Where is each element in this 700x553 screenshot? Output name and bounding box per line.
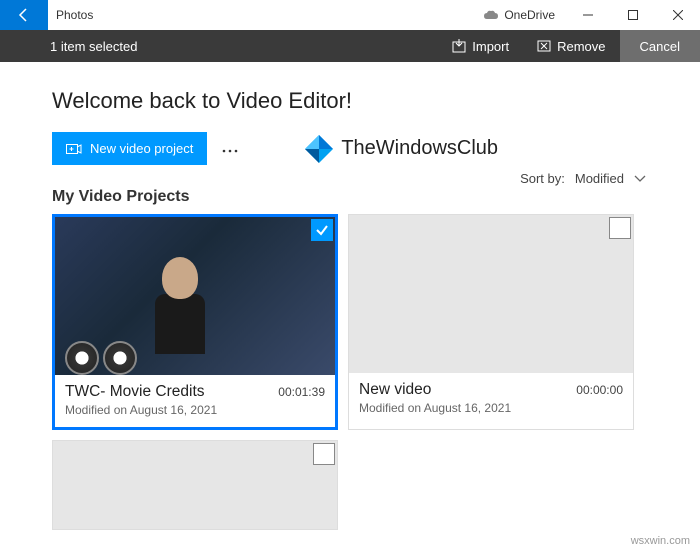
- back-arrow-icon: [16, 7, 32, 23]
- import-button[interactable]: Import: [438, 30, 523, 62]
- app-title: Photos: [56, 8, 483, 22]
- sort-label: Sort by:: [520, 171, 565, 186]
- project-card[interactable]: TWC- Movie Credits 00:01:39 Modified on …: [52, 214, 338, 430]
- project-info: TWC- Movie Credits 00:01:39 Modified on …: [55, 375, 335, 427]
- video-plus-icon: [66, 142, 82, 156]
- branding-logo: TheWindowsClub: [303, 133, 498, 165]
- selection-toolbar: 1 item selected Import Remove Cancel: [0, 30, 700, 62]
- chevron-down-icon: [634, 175, 646, 183]
- project-name: New video: [359, 381, 431, 399]
- selection-checkbox[interactable]: [609, 217, 631, 239]
- project-modified: Modified on August 16, 2021: [65, 403, 325, 417]
- remove-label: Remove: [557, 39, 605, 54]
- project-thumbnail: [55, 217, 335, 375]
- maximize-icon: [628, 10, 638, 20]
- main-content: Welcome back to Video Editor! New video …: [0, 62, 700, 530]
- cancel-label: Cancel: [640, 39, 680, 54]
- project-duration: 00:01:39: [278, 385, 325, 399]
- cloud-icon: [483, 10, 499, 20]
- project-card[interactable]: [52, 440, 338, 530]
- welcome-heading: Welcome back to Video Editor!: [52, 88, 648, 114]
- selection-checkbox[interactable]: [313, 443, 335, 465]
- project-card[interactable]: New video 00:00:00 Modified on August 16…: [348, 214, 634, 430]
- remove-icon: [537, 39, 551, 53]
- onedrive-label: OneDrive: [504, 8, 555, 22]
- close-icon: [673, 10, 683, 20]
- selection-checkbox[interactable]: [311, 219, 333, 241]
- selection-count: 1 item selected: [50, 39, 438, 54]
- new-project-label: New video project: [90, 141, 193, 156]
- projects-grid: TWC- Movie Credits 00:01:39 Modified on …: [52, 214, 648, 530]
- windows-logo-icon: [303, 133, 335, 165]
- logo-text: TheWindowsClub: [341, 137, 498, 160]
- project-duration: 00:00:00: [576, 383, 623, 397]
- maximize-button[interactable]: [610, 0, 655, 30]
- import-label: Import: [472, 39, 509, 54]
- cancel-button[interactable]: Cancel: [620, 30, 700, 62]
- title-bar: Photos OneDrive: [0, 0, 700, 30]
- sort-control[interactable]: Sort by: Modified: [52, 171, 648, 186]
- ellipsis-icon: [221, 148, 239, 154]
- project-thumbnail: [53, 441, 337, 530]
- minimize-button[interactable]: [565, 0, 610, 30]
- projects-section-title: My Video Projects: [52, 188, 648, 206]
- import-icon: [452, 39, 466, 53]
- more-options-button[interactable]: [221, 138, 239, 159]
- sort-value: Modified: [575, 171, 624, 186]
- new-video-project-button[interactable]: New video project: [52, 132, 207, 165]
- watermark: wsxwin.com: [631, 535, 690, 547]
- minimize-icon: [583, 10, 593, 20]
- onedrive-indicator[interactable]: OneDrive: [483, 8, 555, 22]
- project-name: TWC- Movie Credits: [65, 383, 205, 401]
- project-modified: Modified on August 16, 2021: [359, 401, 623, 415]
- project-thumbnail: [349, 215, 633, 373]
- actions-row: New video project TheWindowsClub: [52, 132, 648, 165]
- project-info: New video 00:00:00 Modified on August 16…: [349, 373, 633, 425]
- remove-button[interactable]: Remove: [523, 30, 619, 62]
- check-icon: [315, 223, 329, 237]
- back-button[interactable]: [0, 0, 48, 30]
- close-button[interactable]: [655, 0, 700, 30]
